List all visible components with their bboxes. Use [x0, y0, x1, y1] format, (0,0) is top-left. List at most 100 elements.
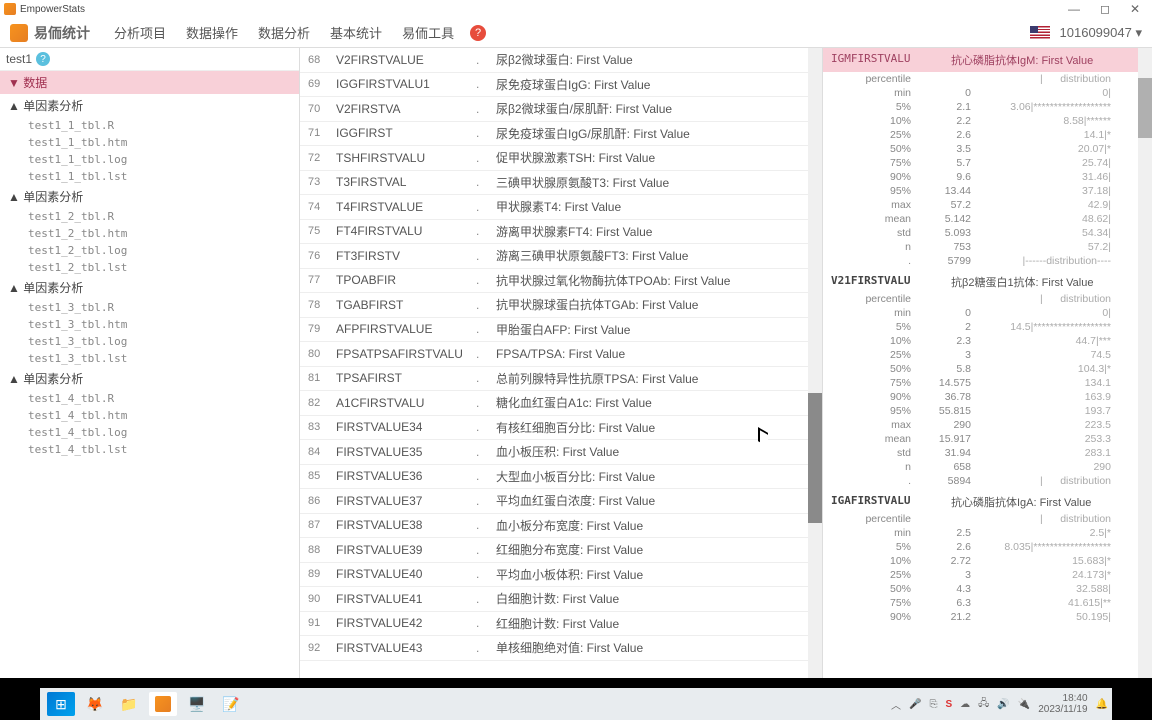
variable-row[interactable]: 90FIRSTVALUE41.白细胞计数: First Value	[300, 587, 808, 612]
sidebar-file[interactable]: test1_2_tbl.log	[0, 242, 299, 259]
sidebar-group[interactable]: ▲ 单因素分析	[0, 276, 299, 299]
variable-row[interactable]: 88FIRSTVALUE39.红细胞分布宽度: First Value	[300, 538, 808, 563]
variable-row[interactable]: 81TPSAFIRST.总前列腺特异性抗原TPSA: First Value	[300, 367, 808, 392]
variable-row[interactable]: 80FPSATPSAFIRSTVALU.FPSA/TPSA: First Val…	[300, 342, 808, 367]
explorer-icon[interactable]: 📁	[115, 692, 143, 716]
row-index: 87	[308, 519, 336, 531]
sidebar-file[interactable]: test1_1_tbl.R	[0, 117, 299, 134]
variable-row[interactable]: 87FIRSTVALUE38.血小板分布宽度: First Value	[300, 514, 808, 539]
tray-clock[interactable]: 18:402023/11/19	[1038, 693, 1087, 715]
variable-row[interactable]: 71IGGFIRST.尿免疫球蛋白IgG/尿肌酐: First Value	[300, 122, 808, 147]
sidebar-file[interactable]: test1_4_tbl.log	[0, 424, 299, 441]
variable-desc: 单核细胞绝对值: First Value	[496, 639, 643, 656]
variable-row[interactable]: 78TGABFIRST.抗甲状腺球蛋白抗体TGAb: First Value	[300, 293, 808, 318]
stats-line: 95%13.4437.18|	[831, 184, 1130, 198]
center-scrollbar-thumb[interactable]	[808, 393, 822, 523]
sidebar-file[interactable]: test1_3_tbl.log	[0, 333, 299, 350]
stats-variable-header[interactable]: IGAFIRSTVALU抗心磷脂抗体IgA: First Value	[823, 488, 1138, 512]
variable-row[interactable]: 74T4FIRSTVALUE.甲状腺素T4: First Value	[300, 195, 808, 220]
variable-row[interactable]: 82A1CFIRSTVALU.糖化血红蛋白A1c: First Value	[300, 391, 808, 416]
menu-project[interactable]: 分析项目	[114, 23, 166, 42]
variable-row[interactable]: 73T3FIRSTVAL.三碘甲状腺原氨酸T3: First Value	[300, 171, 808, 196]
row-index: 89	[308, 568, 336, 580]
stats-line: 75%14.575134.1	[831, 376, 1130, 390]
stats-line: 75%6.341.615|**	[831, 596, 1130, 610]
empowerstats-taskbar-icon[interactable]	[149, 692, 177, 716]
sidebar-group[interactable]: ▲ 单因素分析	[0, 367, 299, 390]
tray-onedrive-icon[interactable]: ☁	[960, 699, 970, 710]
variable-row[interactable]: 76FT3FIRSTV.游离三碘甲状原氨酸FT3: First Value	[300, 244, 808, 269]
sidebar-file[interactable]: test1_1_tbl.lst	[0, 168, 299, 185]
variable-row[interactable]: 84FIRSTVALUE35.血小板压积: First Value	[300, 440, 808, 465]
variable-row[interactable]: 89FIRSTVALUE40.平均血小板体积: First Value	[300, 563, 808, 588]
stats-block: percentile| distributionmin00|5%2.13.06|…	[823, 72, 1138, 268]
os-taskbar: ⊞ 🦊 📁 🖥️ 📝 ︿ 🎤 ⎘ S ☁ 🖧 🔊 🔌 18:402023/11/…	[40, 688, 1112, 720]
maximize-button[interactable]: ◻	[1100, 2, 1110, 16]
sidebar-file[interactable]: test1_2_tbl.htm	[0, 225, 299, 242]
sidebar-group[interactable]: ▲ 单因素分析	[0, 185, 299, 208]
variable-row[interactable]: 79AFPFIRSTVALUE.甲胎蛋白AFP: First Value	[300, 318, 808, 343]
sidebar-session-header[interactable]: test1 ?	[0, 48, 299, 71]
right-scrollbar-thumb[interactable]	[1138, 78, 1152, 138]
session-help-icon[interactable]: ?	[36, 52, 50, 66]
account-id[interactable]: 1016099047 ▾	[1060, 25, 1142, 41]
variable-row[interactable]: 86FIRSTVALUE37.平均血红蛋白浓度: First Value	[300, 489, 808, 514]
variable-row[interactable]: 77TPOABFIR.抗甲状腺过氧化物酶抗体TPOAb: First Value	[300, 269, 808, 294]
sidebar-file[interactable]: test1_4_tbl.lst	[0, 441, 299, 458]
stats-variable-header[interactable]: V21FIRSTVALU抗β2糖蛋白1抗体: First Value	[823, 268, 1138, 292]
row-index: 71	[308, 127, 336, 139]
sidebar-file[interactable]: test1_2_tbl.R	[0, 208, 299, 225]
tray-notifications-icon[interactable]: 🔔	[1096, 699, 1108, 710]
variable-row[interactable]: 70V2FIRSTVA.尿β2微球蛋白/尿肌酐: First Value	[300, 97, 808, 122]
variable-desc: 糖化血红蛋白A1c: First Value	[496, 394, 652, 411]
variable-list-panel: 68V2FIRSTVALUE.尿β2微球蛋白: First Value69IGG…	[300, 48, 822, 678]
sidebar-file[interactable]: test1_4_tbl.R	[0, 390, 299, 407]
sidebar-file[interactable]: test1_3_tbl.lst	[0, 350, 299, 367]
close-button[interactable]: ✕	[1130, 2, 1140, 16]
right-scrollbar-track[interactable]	[1138, 48, 1152, 678]
notepad-icon[interactable]: 📝	[217, 692, 245, 716]
app-icon-4[interactable]: 🖥️	[183, 692, 211, 716]
variable-row[interactable]: 72TSHFIRSTVALU.促甲状腺激素TSH: First Value	[300, 146, 808, 171]
sidebar-file[interactable]: test1_1_tbl.htm	[0, 134, 299, 151]
center-scrollbar-track[interactable]	[808, 48, 822, 678]
sidebar-file[interactable]: test1_3_tbl.htm	[0, 316, 299, 333]
start-button[interactable]: ⊞	[47, 692, 75, 716]
variable-row[interactable]: 68V2FIRSTVALUE.尿β2微球蛋白: First Value	[300, 48, 808, 73]
minimize-button[interactable]: —	[1068, 2, 1080, 16]
firefox-icon[interactable]: 🦊	[81, 692, 109, 716]
row-dot: .	[476, 371, 496, 385]
sidebar-file[interactable]: test1_2_tbl.lst	[0, 259, 299, 276]
variable-row[interactable]: 91FIRSTVALUE42.红细胞计数: First Value	[300, 612, 808, 637]
locale-flag-icon[interactable]	[1030, 26, 1050, 40]
variable-row[interactable]: 92FIRSTVALUE43.单核细胞绝对值: First Value	[300, 636, 808, 661]
stats-variable-header[interactable]: IGMFIRSTVALU抗心磷脂抗体IgM: First Value	[823, 48, 1138, 72]
variable-desc: 血小板分布宽度: First Value	[496, 517, 643, 534]
variable-row[interactable]: 83FIRSTVALUE34.有核红细胞百分比: First Value	[300, 416, 808, 441]
menu-tools[interactable]: 易侕工具	[402, 23, 454, 42]
sidebar-group[interactable]: ▲ 单因素分析	[0, 94, 299, 117]
menu-data-analysis[interactable]: 数据分析	[258, 23, 310, 42]
sidebar-data-node[interactable]: ▼ 数据	[0, 71, 299, 94]
variable-code: FT4FIRSTVALU	[336, 224, 476, 238]
tray-mic-icon[interactable]: 🎤	[909, 699, 921, 710]
tray-sync-icon[interactable]: ⎘	[930, 699, 938, 710]
help-icon[interactable]: ?	[470, 25, 486, 41]
tray-chevron-icon[interactable]: ︿	[891, 697, 901, 712]
row-dot: .	[476, 592, 496, 606]
menu-data-ops[interactable]: 数据操作	[186, 23, 238, 42]
variable-row[interactable]: 75FT4FIRSTVALU.游离甲状腺素FT4: First Value	[300, 220, 808, 245]
stats-line: percentile| distribution	[831, 292, 1130, 306]
tray-battery-icon[interactable]: 🔌	[1018, 699, 1030, 710]
stats-line: .5799|------distribution----	[831, 254, 1130, 268]
variable-row[interactable]: 69IGGFIRSTVALU1.尿免疫球蛋白IgG: First Value	[300, 73, 808, 98]
sidebar-file[interactable]: test1_1_tbl.log	[0, 151, 299, 168]
sidebar-file[interactable]: test1_4_tbl.htm	[0, 407, 299, 424]
variable-row[interactable]: 85FIRSTVALUE36.大型血小板百分比: First Value	[300, 465, 808, 490]
tray-sound-icon[interactable]: 🔊	[997, 699, 1009, 710]
variable-code: FIRSTVALUE37	[336, 494, 476, 508]
sidebar-file[interactable]: test1_3_tbl.R	[0, 299, 299, 316]
tray-network-icon[interactable]: 🖧	[978, 696, 989, 713]
menu-basic-stats[interactable]: 基本统计	[330, 23, 382, 42]
tray-sogou-icon[interactable]: S	[946, 699, 953, 710]
